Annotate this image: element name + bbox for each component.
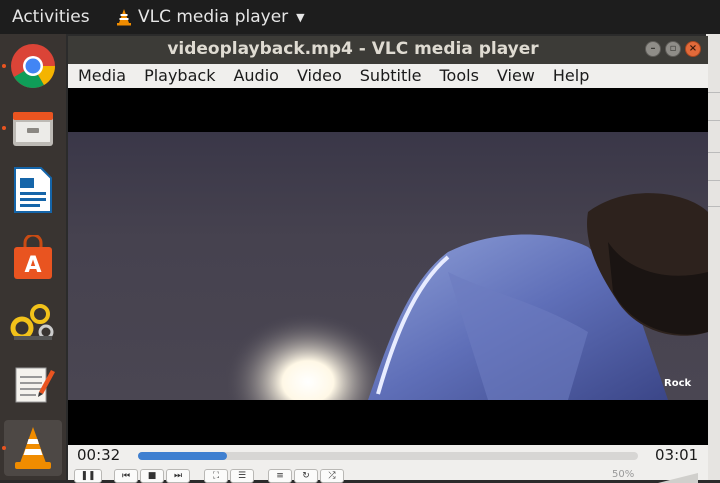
shuffle-button[interactable]: ⤮ bbox=[320, 469, 344, 483]
seek-row: 00:32 03:01 bbox=[68, 445, 708, 467]
shopping-bag-icon: A bbox=[14, 235, 52, 279]
previous-button[interactable]: ⏮ bbox=[114, 469, 138, 483]
volume-slider[interactable] bbox=[658, 473, 698, 483]
menu-media[interactable]: Media bbox=[68, 64, 134, 88]
background-window bbox=[706, 34, 720, 480]
volume-label: 50% bbox=[612, 469, 635, 480]
menu-video[interactable]: Video bbox=[287, 64, 350, 88]
video-display[interactable]: Rock bbox=[68, 88, 708, 445]
svg-text:A: A bbox=[24, 253, 41, 278]
dock-item-software[interactable]: A bbox=[4, 230, 62, 286]
extended-settings-button[interactable]: ☰ bbox=[230, 469, 254, 483]
app-menu[interactable]: VLC media player ▼ bbox=[116, 7, 305, 27]
next-button[interactable]: ⏭ bbox=[166, 469, 190, 483]
loop-button[interactable]: ↻ bbox=[294, 469, 318, 483]
chrome-icon bbox=[11, 44, 55, 88]
total-time: 03:01 bbox=[655, 446, 699, 464]
dock-item-writer[interactable] bbox=[4, 162, 62, 218]
stop-button[interactable]: ■ bbox=[140, 469, 164, 483]
elapsed-time: 00:32 bbox=[77, 446, 121, 464]
activities-button[interactable]: Activities bbox=[12, 7, 90, 27]
running-indicator bbox=[2, 126, 6, 130]
dock-item-text-editor[interactable] bbox=[4, 356, 62, 412]
file-cabinet-icon bbox=[13, 112, 53, 146]
notepad-pencil-icon bbox=[15, 367, 55, 403]
video-frame-image bbox=[223, 193, 708, 400]
document-writer-icon bbox=[14, 167, 52, 213]
maximize-button[interactable]: ▫ bbox=[665, 41, 681, 57]
minimize-button[interactable]: – bbox=[645, 41, 661, 57]
vlc-cone-icon bbox=[15, 427, 51, 469]
running-indicator bbox=[2, 64, 6, 68]
vlc-window: videoplayback.mp4 - VLC media player – ▫… bbox=[68, 36, 708, 483]
controls-row: ❚❚ ⏮ ■ ⏭ ⛶ ☰ ≡ ↻ ⤮ 50% bbox=[68, 467, 708, 483]
video-frame: Rock bbox=[68, 132, 708, 400]
close-button[interactable]: × bbox=[685, 41, 701, 57]
seek-progress bbox=[138, 452, 227, 460]
app-menu-label: VLC media player bbox=[138, 7, 289, 27]
running-indicator bbox=[2, 446, 6, 450]
menu-view[interactable]: View bbox=[487, 64, 543, 88]
play-pause-button[interactable]: ❚❚ bbox=[74, 469, 102, 483]
playlist-button[interactable]: ≡ bbox=[268, 469, 292, 483]
dock-item-files[interactable] bbox=[4, 100, 62, 156]
dock-item-settings[interactable] bbox=[4, 294, 62, 350]
fullscreen-button[interactable]: ⛶ bbox=[204, 469, 228, 483]
window-titlebar[interactable]: videoplayback.mp4 - VLC media player – ▫… bbox=[68, 36, 708, 64]
menu-help[interactable]: Help bbox=[543, 64, 597, 88]
chevron-down-icon: ▼ bbox=[296, 10, 305, 24]
menu-subtitle[interactable]: Subtitle bbox=[350, 64, 430, 88]
top-bar: Activities VLC media player ▼ bbox=[0, 0, 720, 34]
dock-item-chrome[interactable] bbox=[4, 38, 62, 94]
window-title: videoplayback.mp4 - VLC media player bbox=[167, 39, 539, 59]
vlc-cone-icon bbox=[117, 9, 131, 26]
video-watermark: Rock bbox=[664, 378, 692, 389]
dock: A bbox=[0, 34, 66, 480]
menu-audio[interactable]: Audio bbox=[223, 64, 286, 88]
menu-playback[interactable]: Playback bbox=[134, 64, 223, 88]
gears-icon bbox=[10, 304, 54, 340]
seek-slider[interactable] bbox=[138, 452, 638, 460]
menu-bar: Media Playback Audio Video Subtitle Tool… bbox=[68, 64, 708, 88]
menu-tools[interactable]: Tools bbox=[430, 64, 487, 88]
dock-item-vlc[interactable] bbox=[4, 420, 62, 476]
